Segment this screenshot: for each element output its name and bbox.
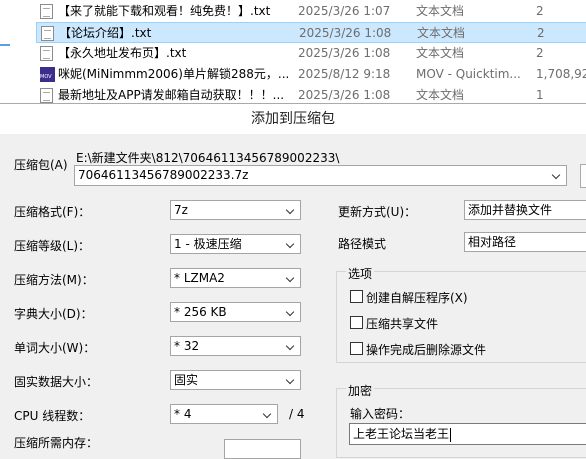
shared-files-label[interactable]: 压缩共享文件 — [366, 315, 438, 332]
threads-select[interactable]: * 4 — [170, 404, 278, 424]
mov-file-icon — [40, 67, 55, 82]
chevron-down-icon[interactable] — [285, 371, 297, 389]
dialog-title: 添加到压缩包 — [0, 104, 586, 134]
file-size: 2 — [537, 26, 545, 40]
chevron-down-icon[interactable] — [285, 337, 297, 355]
file-size: 2 — [536, 46, 544, 60]
file-row-selected[interactable]: 【论坛介绍】.txt 2025/3/26 1:08 文本文档 2 — [36, 22, 586, 43]
solid-label: 固实数据大小： — [14, 375, 99, 389]
memory-label: 压缩所需内存： — [14, 436, 99, 450]
file-date: 2025/3/26 1:07 — [298, 4, 391, 18]
password-value: 上老王论坛当老王 — [353, 427, 450, 441]
file-date: 2025/3/26 1:08 — [299, 26, 392, 40]
threads-label: CPU 线程数： — [14, 409, 91, 423]
shared-files-checkbox[interactable] — [350, 316, 363, 329]
txt-file-icon — [40, 4, 53, 19]
password-input[interactable]: 上老王论坛当老王 — [349, 423, 586, 445]
file-type: MOV - Quicktim... — [416, 67, 521, 81]
word-value: * 32 — [174, 339, 200, 353]
file-date: 2025/3/26 1:08 — [298, 46, 391, 60]
path-value: 相对路径 — [468, 235, 517, 249]
path-select[interactable]: 相对路径 — [464, 232, 586, 252]
solid-value: 固实 — [174, 373, 199, 387]
update-value: 添加并替换文件 — [468, 203, 553, 217]
level-select[interactable]: 1 - 极速压缩 — [170, 234, 301, 254]
format-select[interactable]: 7z — [170, 200, 301, 220]
delete-source-checkbox[interactable] — [350, 342, 363, 355]
file-row[interactable]: 咪妮(MiNimmm2006)单片解锁288元，... 2025/8/12 9:… — [36, 64, 586, 85]
path-label: 路径模式 — [338, 237, 387, 251]
level-label: 压缩等级(L)： — [14, 239, 91, 253]
file-type: 文本文档 — [416, 46, 465, 60]
chevron-down-icon[interactable] — [285, 235, 297, 253]
file-list: 【来了就能下载和观看！纯免费！】.txt 2025/3/26 1:07 文本文档… — [0, 0, 586, 103]
update-label: 更新方式(U)： — [338, 205, 417, 219]
sfx-label[interactable]: 创建自解压程序(X) — [366, 289, 468, 306]
archive-path: E:\新建文件夹\812\70646113456789002233\ — [76, 151, 340, 165]
add-to-archive-dialog: 添加到压缩包 压缩包(A) E:\新建文件夹\812\7064611345678… — [0, 103, 586, 459]
delete-source-label[interactable]: 操作完成后删除源文件 — [366, 341, 486, 358]
solid-select[interactable]: 固实 — [170, 370, 301, 390]
format-label: 压缩格式(F)： — [14, 205, 91, 219]
password-label: 输入密码： — [350, 407, 411, 421]
chevron-down-icon[interactable] — [285, 201, 297, 219]
chevron-down-icon[interactable] — [285, 303, 297, 321]
method-select[interactable]: * LZMA2 — [170, 268, 301, 288]
navigation-pane-edge — [0, 0, 30, 103]
options-title: 选项 — [346, 265, 375, 282]
threads-value: * 4 — [174, 407, 192, 421]
threads-total: / 4 — [289, 407, 305, 421]
memory-field — [224, 439, 301, 459]
file-date: 2025/8/12 9:18 — [298, 67, 391, 81]
archive-name-value: 70646113456789002233.7z — [78, 168, 249, 182]
file-type: 文本文档 — [417, 26, 466, 40]
update-select[interactable]: 添加并替换文件 — [464, 200, 586, 220]
dict-label: 字典大小(D)： — [14, 307, 93, 321]
file-type: 文本文档 — [416, 88, 465, 102]
encryption-title: 加密 — [346, 382, 375, 399]
file-name: 【永久地址发布页】.txt — [58, 46, 187, 60]
file-name: 【论坛介绍】.txt — [59, 26, 152, 40]
txt-file-icon — [40, 46, 53, 61]
dict-select[interactable]: * 256 KB — [170, 302, 301, 322]
nav-pane-marker — [0, 44, 10, 46]
chevron-down-icon[interactable] — [262, 405, 274, 423]
archive-label: 压缩包(A) — [14, 158, 68, 172]
file-name: 最新地址及APP请发邮箱自动获取！！！... — [58, 88, 285, 102]
format-value: 7z — [174, 203, 188, 217]
file-row[interactable]: 【来了就能下载和观看！纯免费！】.txt 2025/3/26 1:07 文本文档… — [36, 1, 586, 22]
level-value: 1 - 极速压缩 — [174, 237, 242, 251]
file-row[interactable]: 【永久地址发布页】.txt 2025/3/26 1:08 文本文档 2 — [36, 43, 586, 64]
file-name: 咪妮(MiNimmm2006)单片解锁288元，... — [58, 67, 290, 81]
file-size: 2 — [536, 4, 544, 18]
archive-name-combo[interactable]: 70646113456789002233.7z — [74, 165, 567, 186]
method-value: * LZMA2 — [174, 271, 225, 285]
method-label: 压缩方法(M)： — [14, 273, 94, 287]
txt-file-icon — [41, 26, 54, 41]
browse-button[interactable] — [580, 164, 586, 188]
file-date: 2025/3/26 1:08 — [298, 88, 391, 102]
chevron-down-icon[interactable] — [285, 269, 297, 287]
file-type: 文本文档 — [416, 4, 465, 18]
dict-value: * 256 KB — [174, 305, 227, 319]
word-label: 单词大小(W)： — [14, 341, 96, 355]
word-select[interactable]: * 32 — [170, 336, 301, 356]
text-caret — [450, 427, 452, 442]
chevron-down-icon[interactable] — [551, 166, 563, 184]
file-size: 1,708,92 — [536, 67, 586, 81]
file-row[interactable]: 最新地址及APP请发邮箱自动获取！！！... 2025/3/26 1:08 文本… — [36, 85, 586, 103]
txt-file-icon — [40, 88, 53, 103]
file-name: 【来了就能下载和观看！纯免费！】.txt — [58, 4, 271, 18]
file-size: 1 — [536, 88, 544, 102]
sfx-checkbox[interactable] — [350, 290, 363, 303]
